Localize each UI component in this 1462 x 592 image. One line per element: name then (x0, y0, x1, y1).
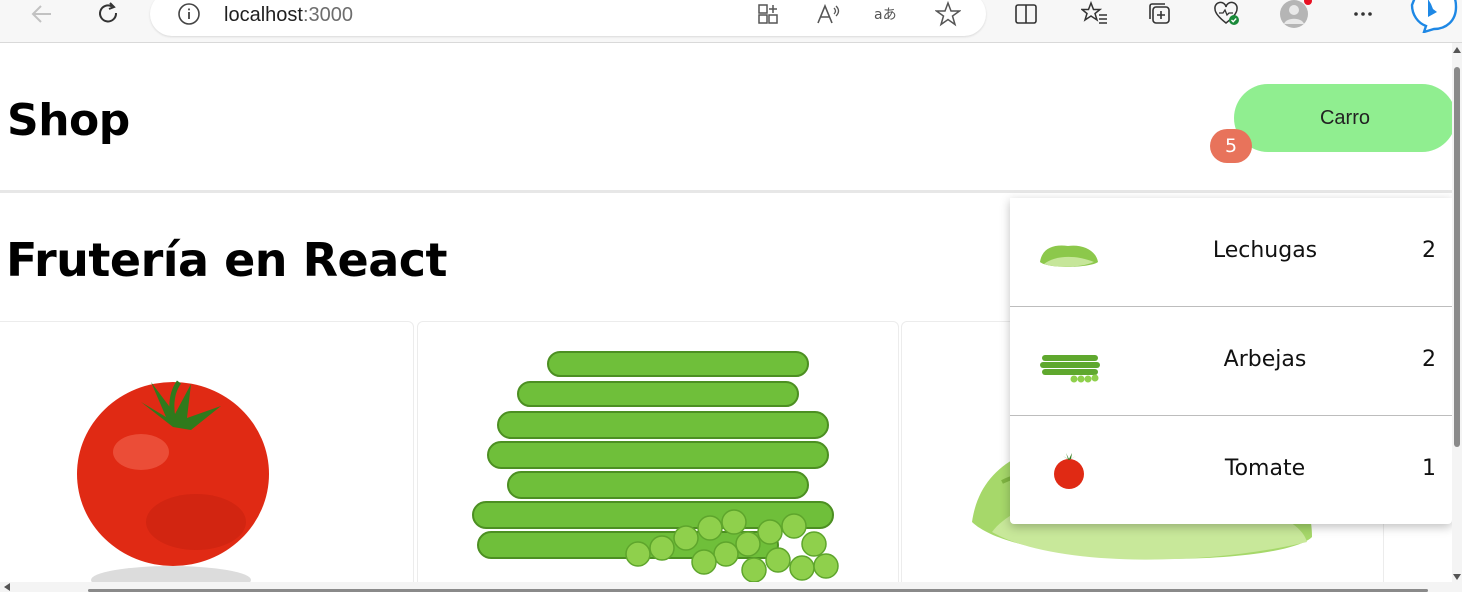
collections-icon[interactable] (1146, 0, 1174, 28)
profile-avatar-icon[interactable] (1278, 0, 1312, 28)
back-icon[interactable] (28, 0, 56, 28)
cart-button[interactable]: Carro (1234, 84, 1452, 152)
refresh-icon[interactable] (94, 0, 122, 28)
cart-item-qty: 1 (1422, 456, 1436, 481)
svg-text:aあ: aあ (874, 7, 897, 23)
horizontal-scrollbar[interactable] (0, 582, 1452, 592)
url-host: localhost (224, 4, 303, 26)
cart-item-name: Tomate (1224, 456, 1306, 481)
shop-title: Shop (7, 95, 130, 146)
scroll-up-arrow-icon[interactable] (1453, 47, 1461, 53)
tomato-image (77, 380, 269, 592)
page-content: Shop Carro 5 Frutería en React Lechugas … (0, 43, 1452, 592)
url-port: :3000 (302, 4, 353, 26)
scroll-left-arrow-icon[interactable] (4, 583, 10, 591)
page-title: Frutería en React (6, 233, 448, 287)
product-card-tomato[interactable] (0, 321, 414, 592)
browser-essentials-icon[interactable] (1212, 0, 1242, 28)
cart-count-badge: 5 (1210, 129, 1252, 163)
cart-item[interactable]: Lechugas 2 (1010, 198, 1452, 307)
bing-copilot-icon[interactable] (1408, 0, 1458, 33)
split-screen-icon[interactable] (1012, 0, 1040, 28)
site-info-icon[interactable] (176, 0, 202, 28)
vertical-scroll-thumb[interactable] (1454, 67, 1460, 447)
favorite-star-icon[interactable] (934, 0, 962, 28)
cart-item-qty: 2 (1422, 347, 1436, 372)
cart-item-name: Arbejas (1223, 347, 1307, 372)
favorites-icon[interactable] (1080, 0, 1110, 28)
browser-toolbar: localhost:3000 aあ (0, 0, 1462, 43)
cart-item[interactable]: Arbejas 2 (1010, 307, 1452, 416)
product-card-peas[interactable] (417, 321, 899, 592)
url-text[interactable]: localhost:3000 (224, 4, 353, 27)
cart-item-name: Lechugas (1212, 238, 1318, 263)
peas-thumbnail-icon (1040, 355, 1100, 383)
tomato-thumbnail-icon (1054, 453, 1084, 489)
peas-image (472, 351, 839, 583)
translate-icon[interactable]: aあ (872, 0, 904, 28)
cart-item-qty: 2 (1422, 238, 1436, 263)
address-bar[interactable]: localhost:3000 aあ (150, 0, 986, 36)
vertical-scrollbar[interactable] (1452, 43, 1462, 592)
app-available-icon[interactable] (754, 0, 782, 28)
scroll-down-arrow-icon[interactable] (1453, 574, 1461, 580)
cart-dropdown: Lechugas 2 Arbejas 2 Tomate 1 (1010, 198, 1452, 524)
lettuce-thumbnail-icon (1040, 245, 1098, 267)
site-header: Shop Carro 5 (0, 43, 1452, 193)
read-aloud-icon[interactable] (814, 0, 842, 28)
cart-item[interactable]: Tomate 1 (1010, 416, 1452, 525)
more-options-icon[interactable] (1350, 0, 1376, 28)
